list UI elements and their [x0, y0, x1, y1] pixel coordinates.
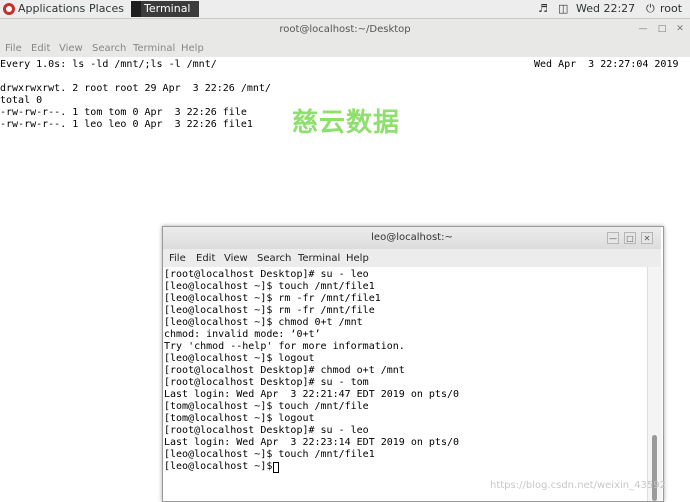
front-window-title: leo@localhost:~ [371, 232, 453, 243]
menu-search[interactable]: Search [92, 43, 126, 55]
terminal-thumbnail-icon[interactable] [131, 1, 141, 17]
terminal-prompt: [leo@localhost ~]$ [164, 461, 279, 472]
menu-view[interactable]: View [224, 253, 248, 265]
taskbar-terminal-button[interactable]: Terminal [141, 1, 199, 17]
terminal-line: Try 'chmod --help' for more information. [164, 341, 405, 352]
menu-edit[interactable]: Edit [31, 43, 50, 55]
terminal-line: [leo@localhost ~]$ logout [164, 353, 315, 364]
terminal-line: [leo@localhost ~]$ touch /mnt/file1 [164, 281, 375, 292]
menu-terminal[interactable]: Terminal [133, 43, 175, 55]
applications-menu[interactable]: Applications [18, 2, 85, 16]
terminal-line: [root@localhost Desktop]# su - tom [164, 377, 369, 388]
network-icon[interactable]: ◫ [558, 2, 568, 16]
maximize-icon[interactable]: □ [657, 24, 667, 34]
terminal-line: [root@localhost Desktop]# su - leo [164, 425, 369, 436]
menu-view[interactable]: View [59, 43, 83, 55]
front-window-menubar: File Edit View Search Terminal Help [163, 249, 661, 267]
volume-icon[interactable]: ♬ [538, 2, 548, 16]
close-icon[interactable]: ✕ [675, 24, 685, 34]
front-window-titlebar[interactable]: leo@localhost:~ — □ ✕ [163, 227, 661, 249]
front-terminal-scrollbar[interactable] [647, 267, 662, 501]
clock[interactable]: Wed 22:27 [576, 2, 635, 16]
terminal-line: total 0 [0, 95, 43, 106]
menu-terminal[interactable]: Terminal [298, 253, 340, 265]
menu-edit[interactable]: Edit [196, 253, 215, 265]
front-terminal-output[interactable]: [root@localhost Desktop]# su - leo [leo@… [163, 267, 647, 501]
terminal-line: chmod: invalid mode: ‘0+t’ [164, 329, 321, 340]
back-window-title: root@localhost:~/Desktop [279, 24, 411, 35]
watch-timestamp: Wed Apr 3 22:27:04 2019 [534, 59, 679, 70]
terminal-line: [root@localhost Desktop]# su - leo [164, 269, 369, 280]
terminal-line: [leo@localhost ~]$ rm -fr /mnt/file1 [164, 293, 381, 304]
close-icon[interactable]: ✕ [641, 232, 653, 244]
user-menu[interactable]: root [660, 2, 682, 16]
terminal-line: [leo@localhost ~]$ chmod 0+t /mnt [164, 317, 363, 328]
menu-help[interactable]: Help [346, 253, 369, 265]
terminal-line: Last login: Wed Apr 3 22:23:14 EDT 2019 … [164, 437, 460, 448]
terminal-line: [root@localhost Desktop]# chmod o+t /mnt [164, 365, 405, 376]
minimize-icon[interactable]: — [607, 232, 619, 244]
terminal-line: -rw-rw-r--. 1 leo leo 0 Apr 3 22:26 file… [0, 119, 253, 130]
front-terminal-window: leo@localhost:~ — □ ✕ File Edit View Sea… [162, 226, 664, 502]
menu-file[interactable]: File [5, 43, 22, 55]
terminal-line: [leo@localhost ~]$ touch /mnt/file1 [164, 449, 375, 460]
back-window-menubar: File Edit View Search Terminal Help [0, 41, 690, 57]
terminal-line: [tom@localhost ~]$ touch /mnt/file [164, 401, 369, 412]
applications-icon[interactable] [3, 3, 15, 15]
menu-help[interactable]: Help [181, 43, 204, 55]
back-window-titlebar[interactable]: root@localhost:~/Desktop — □ ✕ [0, 19, 690, 41]
text-cursor [273, 462, 279, 473]
menu-search[interactable]: Search [257, 253, 291, 265]
source-url-watermark: https://blog.csdn.net/weixin_43592 [490, 480, 666, 491]
terminal-line: -rw-rw-r--. 1 tom tom 0 Apr 3 22:26 file [0, 107, 247, 118]
watch-header: Every 1.0s: ls -ld /mnt/;ls -l /mnt/ [0, 59, 217, 70]
places-menu[interactable]: Places [89, 2, 124, 16]
top-bar: Applications Places Terminal ♬ ◫ Wed 22:… [0, 0, 690, 19]
power-icon[interactable]: ⏻ [646, 2, 655, 16]
maximize-icon[interactable]: □ [624, 232, 636, 244]
terminal-line: [leo@localhost ~]$ rm -fr /mnt/file [164, 305, 375, 316]
terminal-line: [tom@localhost ~]$ logout [164, 413, 315, 424]
terminal-line: Last login: Wed Apr 3 22:21:47 EDT 2019 … [164, 389, 460, 400]
watermark: 慈云数据 [292, 108, 401, 138]
scrollbar-thumb[interactable] [652, 435, 657, 501]
minimize-icon[interactable]: — [638, 24, 648, 34]
menu-file[interactable]: File [169, 253, 186, 265]
terminal-line: drwxrwxrwt. 2 root root 29 Apr 3 22:26 /… [0, 83, 271, 94]
